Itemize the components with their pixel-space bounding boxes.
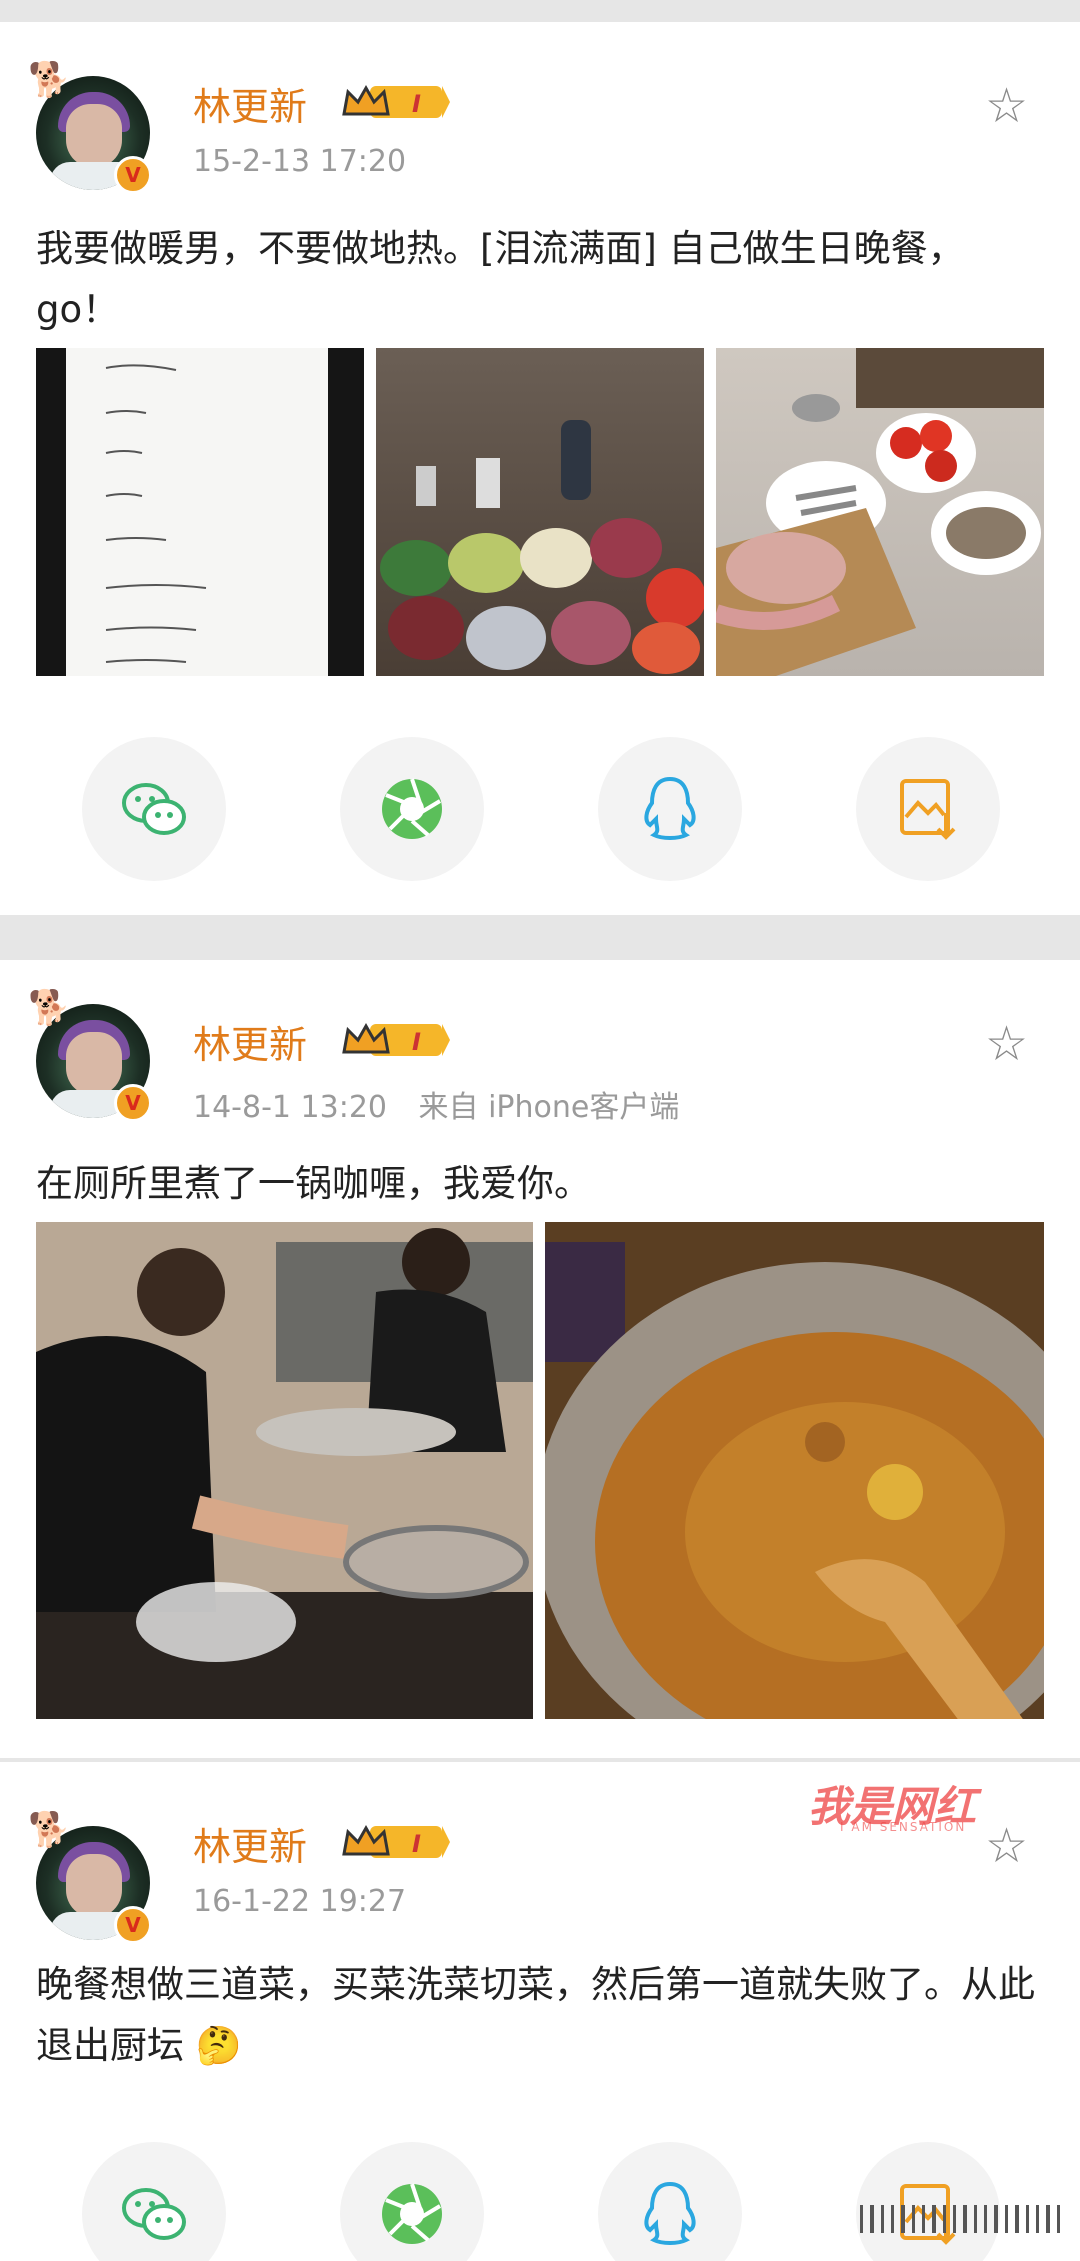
post-image-3[interactable] [716, 348, 1044, 676]
watermark-subtitle: I AM SENSATION [840, 1820, 967, 1834]
share-wechat-button[interactable] [82, 2142, 226, 2261]
post-text: 晚餐想做三道菜，买菜洗菜切菜，然后第一道就失败了。从此退出厨坛 🤔 [36, 1963, 1035, 2067]
save-image-button[interactable] [856, 2142, 1000, 2261]
member-crown-icon: I [342, 1022, 450, 1056]
avatar[interactable]: 🐕 V [28, 60, 156, 196]
post-image-2[interactable] [545, 1222, 1044, 1719]
member-crown-icon: I [342, 84, 450, 118]
post-image-2[interactable] [376, 348, 704, 676]
share-qq-button[interactable] [598, 2142, 742, 2261]
moments-icon [382, 2183, 442, 2244]
post-text: 在厕所里煮了一锅咖喱，我爱你。 [36, 1162, 591, 1205]
dog-pendant-icon: 🐕 [28, 988, 71, 1028]
dog-pendant-icon: 🐕 [28, 1810, 71, 1850]
bottom-handle [860, 2205, 1060, 2235]
share-wechat-button[interactable] [82, 737, 226, 881]
share-qq-button[interactable] [598, 737, 742, 881]
post-image-1[interactable] [36, 348, 364, 676]
card-separator [0, 915, 1080, 960]
post-card-2: 🐕 V 林更新 I 14-8-1 13:20 来自 iPhone客户端 ☆ 在厕… [0, 960, 1080, 1758]
share-moments-button[interactable] [340, 737, 484, 881]
post-timestamp: 16-1-22 19:27 [193, 1884, 407, 1919]
level-text: I [412, 1830, 421, 1858]
avatar[interactable]: 🐕 V [28, 988, 156, 1124]
post-timestamp: 15-2-13 17:20 [193, 144, 407, 179]
dog-pendant-icon: 🐕 [28, 60, 71, 100]
favorite-star-icon[interactable]: ☆ [985, 82, 1028, 130]
avatar[interactable]: 🐕 V [28, 1810, 156, 1946]
post-image-1[interactable] [36, 1222, 533, 1719]
wechat-icon [122, 2188, 186, 2240]
qq-icon [644, 2181, 696, 2245]
save-image-icon [900, 779, 956, 840]
wechat-icon [122, 783, 186, 835]
username[interactable]: 林更新 [193, 76, 307, 131]
post-timestamp: 14-8-1 13:20 [193, 1090, 387, 1125]
favorite-star-icon[interactable]: ☆ [985, 1020, 1028, 1068]
post-source[interactable]: 来自 iPhone客户端 [419, 1090, 680, 1125]
verified-badge-icon: V [114, 156, 152, 194]
qq-icon [644, 776, 696, 840]
verified-badge-icon: V [114, 1906, 152, 1944]
level-text: I [412, 90, 421, 118]
post-text: 我要做暖男，不要做地热。[泪流满面] 自己做生日晚餐，go！ [36, 227, 965, 331]
post-meta: 14-8-1 13:20 来自 iPhone客户端 [193, 1082, 679, 1126]
share-moments-button[interactable] [340, 2142, 484, 2261]
username[interactable]: 林更新 [193, 1816, 307, 1871]
member-crown-icon: I [342, 1824, 450, 1858]
note-paper [66, 348, 328, 676]
post-card-3: 🐕 V 林更新 I 16-1-22 19:27 ☆ 晚餐想做三道菜，买菜洗菜切菜… [0, 1762, 1080, 2261]
top-separator [0, 0, 1080, 22]
level-text: I [412, 1028, 421, 1056]
post-card-1: 🐕 V 林更新 I 15-2-13 17:20 ☆ 我要做暖男，不要做地热。[泪… [0, 22, 1080, 915]
verified-badge-icon: V [114, 1084, 152, 1122]
favorite-star-icon[interactable]: ☆ [985, 1822, 1028, 1870]
username[interactable]: 林更新 [193, 1014, 307, 1069]
moments-icon [382, 778, 442, 839]
save-image-button[interactable] [856, 737, 1000, 881]
